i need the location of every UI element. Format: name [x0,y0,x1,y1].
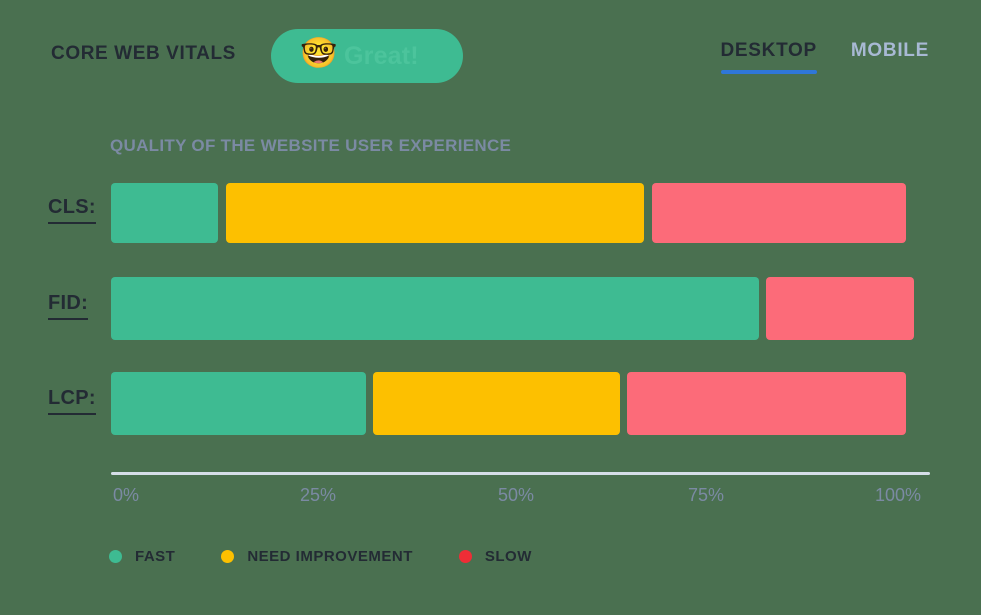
metric-row-fid: FID: [0,277,981,340]
legend-label-slow: SLOW [484,548,532,565]
tab-desktop[interactable]: DESKTOP [720,40,818,74]
page-title: CORE WEB VITALS [51,43,236,64]
bar-segment-fast[interactable] [111,372,366,435]
axis-tick-0: 0% [113,485,140,505]
bar-track-fid [111,277,930,340]
chart-subtitle: QUALITY OF THE WEBSITE USER EXPERIENCE [110,136,512,155]
legend-item-need-improvement[interactable]: NEED IMPROVEMENT [221,548,413,565]
chart-legend: FAST NEED IMPROVEMENT SLOW [109,548,532,565]
score-badge-label: Great! [344,41,419,70]
legend-dot-slow-icon [458,550,472,563]
x-axis-line [111,472,930,475]
bar-segment-slow[interactable] [651,183,907,243]
axis-tick-100: 100% [875,485,922,505]
legend-dot-fast-icon [109,550,122,563]
axis-tick-50: 50% [498,485,535,505]
bar-track-lcp [111,372,930,435]
bar-segment-fast[interactable] [111,183,219,243]
bar-segment-need-improvement[interactable] [225,183,645,243]
legend-item-fast[interactable]: FAST [109,548,175,565]
tab-mobile[interactable]: MOBILE [851,40,929,74]
core-web-vitals-card: CORE WEB VITALS 🤓 Great! DESKTOP MOBILE … [0,0,981,615]
metric-label-lcp: LCP: [48,387,96,415]
bar-segment-slow[interactable] [626,372,907,435]
metric-row-lcp: LCP: [0,372,981,435]
bar-track-cls [111,183,930,243]
bar-segment-slow[interactable] [766,277,915,340]
metric-row-cls: CLS: [0,183,981,243]
legend-label-fast: FAST [135,548,176,565]
bar-segment-fast[interactable] [111,277,759,340]
axis-tick-75: 75% [688,485,725,505]
legend-dot-need-improvement-icon [221,550,235,563]
metric-label-fid: FID: [48,292,89,320]
bar-segment-need-improvement[interactable] [373,372,620,435]
legend-item-slow[interactable]: SLOW [458,548,532,565]
legend-label-need-improvement: NEED IMPROVEMENT [247,548,413,565]
metric-label-cls: CLS: [48,196,96,224]
axis-tick-25: 25% [300,485,337,505]
nerd-face-emoji: 🤓 [300,37,338,70]
device-tabs: DESKTOP MOBILE [720,40,930,74]
header: CORE WEB VITALS 🤓 Great! DESKTOP MOBILE [0,0,981,110]
score-badge: 🤓 Great! [271,29,463,83]
